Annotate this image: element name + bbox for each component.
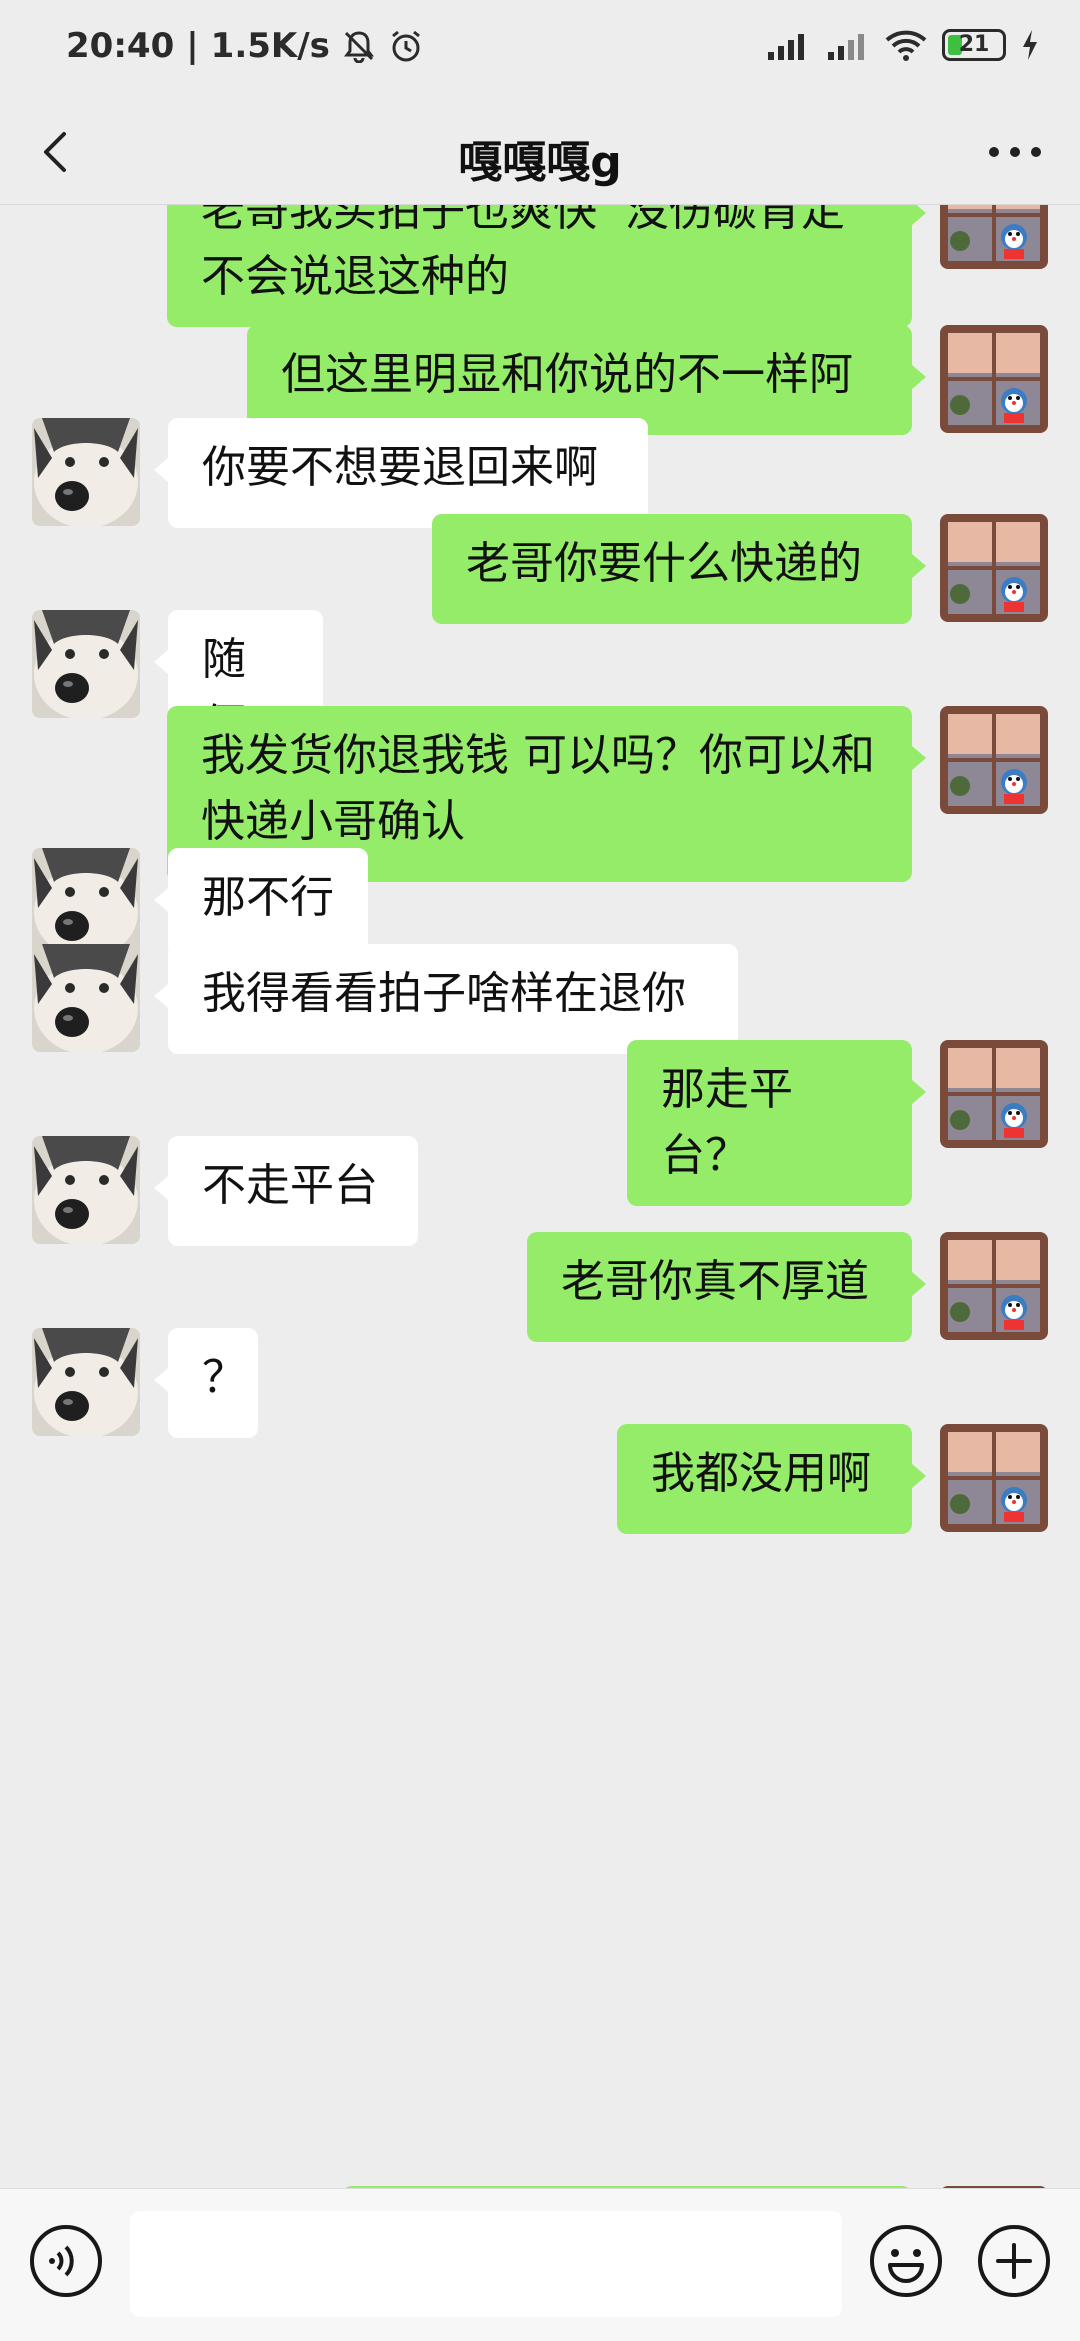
plus-button[interactable] <box>976 2223 1052 2299</box>
status-right: 21 <box>764 28 1040 62</box>
contact-avatar[interactable] <box>32 1136 140 1244</box>
input-bar <box>0 2188 1080 2341</box>
message-row: ？ <box>0 1328 1080 1438</box>
more-dots-icon <box>989 147 1041 157</box>
battery-level: 21 <box>958 32 990 57</box>
message-row: 老哥你真不厚道 <box>0 1232 1080 1342</box>
self-avatar[interactable] <box>940 205 1048 269</box>
contact-avatar[interactable] <box>32 848 140 956</box>
alarm-icon <box>388 28 424 64</box>
self-avatar[interactable] <box>940 1424 1048 1532</box>
chat-header: 嘎嘎嘎g <box>0 100 1080 205</box>
signal-icon <box>764 28 810 62</box>
contact-avatar[interactable] <box>32 610 140 718</box>
message-row: 随便 <box>0 610 1080 776</box>
status-left: 20:40 | 1.5K/s <box>66 26 424 66</box>
message-row: 那不行 <box>0 848 1080 958</box>
message-row: 老哥我买拍子也爽快 没伤碳肯定不会说退这种的 <box>0 205 1080 327</box>
message-row: 老哥你要什么快递的 <box>0 514 1080 624</box>
contact-avatar[interactable] <box>32 944 140 1052</box>
message-row: 我都没用啊 <box>0 1424 1080 1534</box>
self-avatar[interactable] <box>940 514 1048 622</box>
message-row: 不走平台 <box>0 1136 1080 1246</box>
battery-indicator: 21 <box>942 29 1006 61</box>
self-avatar[interactable] <box>940 1040 1048 1148</box>
message-list[interactable]: 老哥我买拍子也爽快 没伤碳肯定不会说退这种的 但这里明显和你说的不一样阿 你要不想要… <box>0 205 1080 2205</box>
chat-title: 嘎嘎嘎g <box>458 137 622 188</box>
self-avatar[interactable] <box>940 706 1048 814</box>
outgoing-message-bubble[interactable]: 老哥你要什么快递的 <box>432 514 926 624</box>
status-bar: 20:40 | 1.5K/s 21 <box>0 0 1080 100</box>
contact-avatar[interactable] <box>32 418 140 526</box>
outgoing-message-bubble[interactable]: 老哥我买拍子也爽快 没伤碳肯定不会说退这种的 <box>167 205 926 327</box>
plus-icon <box>978 2225 1050 2297</box>
more-options-button[interactable] <box>980 122 1050 182</box>
self-avatar[interactable] <box>940 325 1048 433</box>
voice-icon <box>30 2225 102 2297</box>
incoming-message-bubble[interactable]: 你要不想要退回来啊 <box>154 418 648 528</box>
incoming-message-bubble[interactable]: ？ <box>154 1328 258 1438</box>
bell-muted-icon <box>342 29 376 63</box>
message-row: 我得看看拍子啥样在退你 <box>0 944 1080 1054</box>
contact-avatar[interactable] <box>32 1328 140 1436</box>
voice-button[interactable] <box>28 2223 104 2299</box>
outgoing-message-bubble[interactable]: 我都没用啊 <box>617 1424 926 1534</box>
message-row: 你要不想要退回来啊 <box>0 418 1080 528</box>
emoji-button[interactable] <box>868 2223 944 2299</box>
self-avatar[interactable] <box>940 1232 1048 1340</box>
emoji-icon <box>870 2225 942 2297</box>
outgoing-message-bubble[interactable]: 老哥你真不厚道 <box>527 1232 926 1342</box>
charging-icon <box>1020 28 1040 62</box>
incoming-message-bubble[interactable]: 那不行 <box>154 848 368 958</box>
message-row: 那走平台？ <box>0 1040 1080 1206</box>
message-input[interactable] <box>130 2211 842 2317</box>
status-net-speed: 1.5K/s <box>210 26 330 66</box>
incoming-message-bubble[interactable]: 不走平台 <box>154 1136 418 1246</box>
signal-icon <box>824 28 870 62</box>
status-time: 20:40 <box>66 26 175 66</box>
status-separator: | <box>186 26 199 66</box>
wifi-icon <box>884 28 928 62</box>
incoming-message-bubble[interactable]: 我得看看拍子啥样在退你 <box>154 944 738 1054</box>
